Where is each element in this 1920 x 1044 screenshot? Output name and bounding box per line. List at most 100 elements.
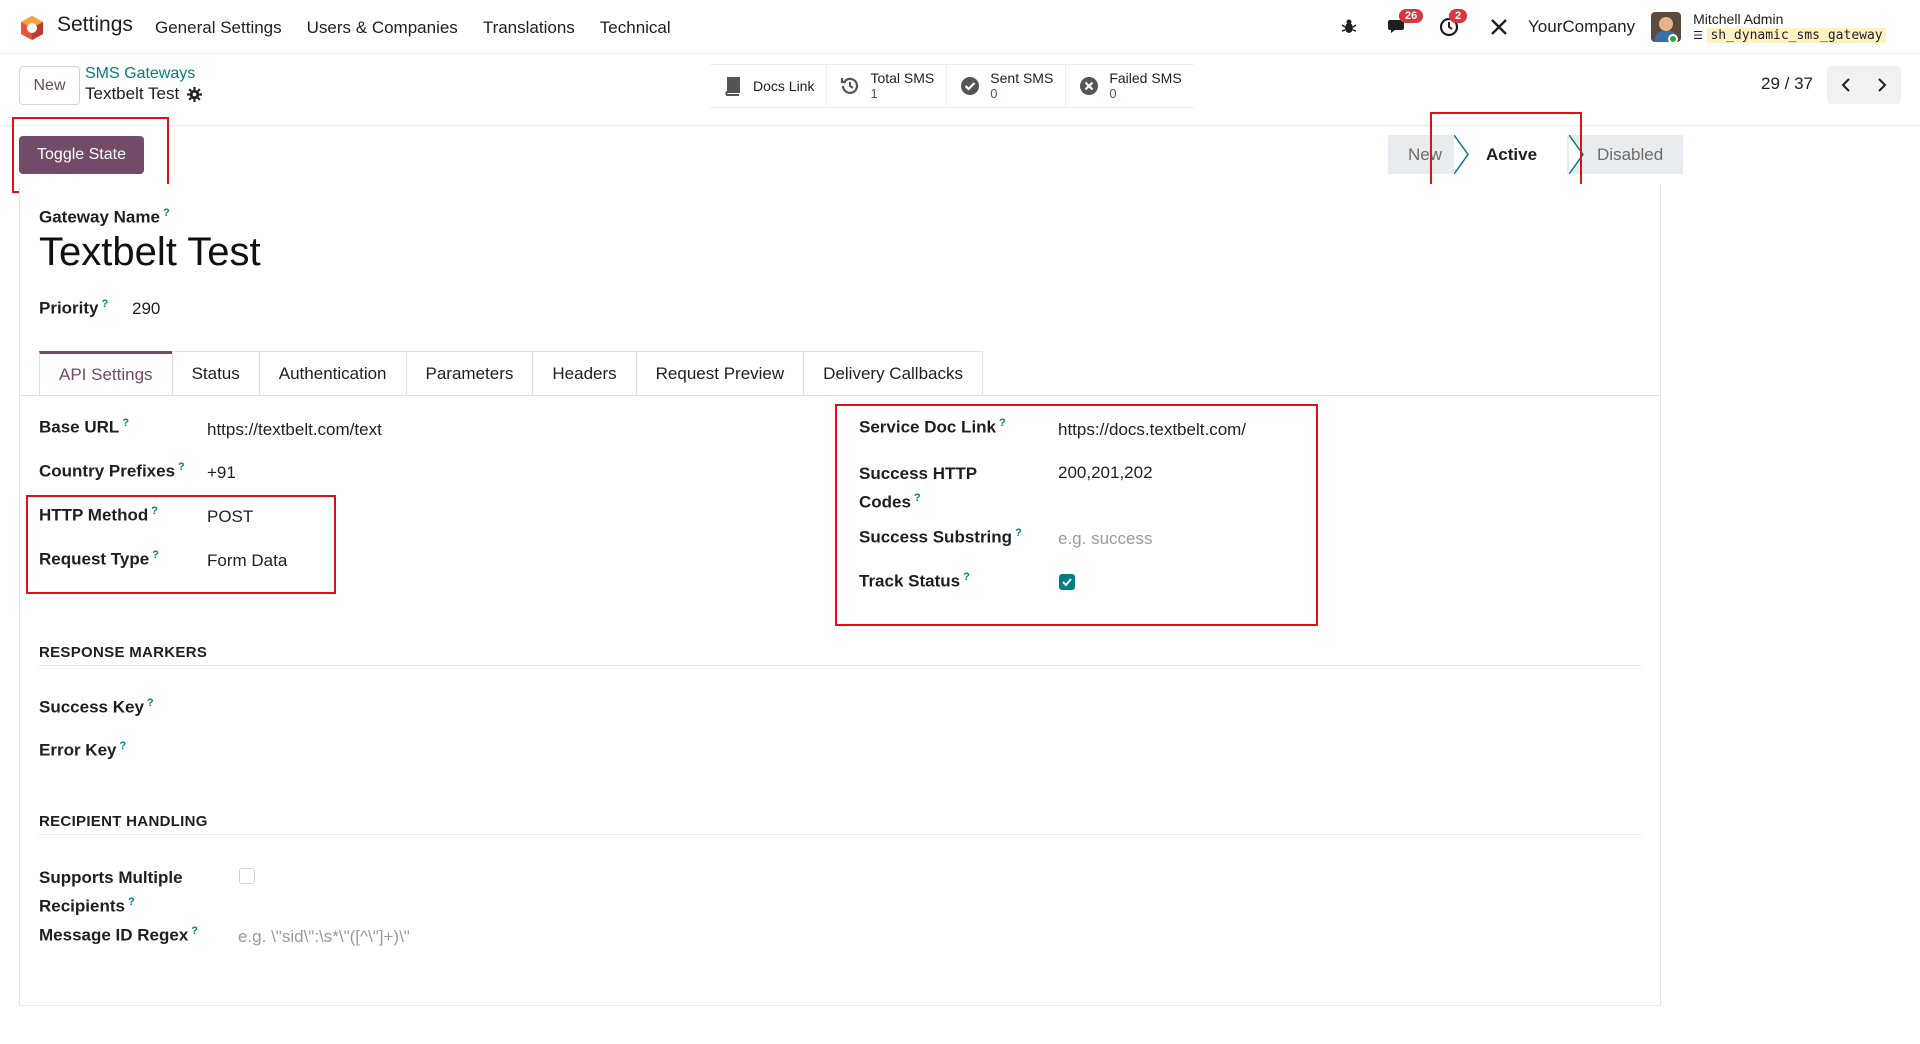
- failed-sms-value: 0: [1109, 86, 1117, 101]
- help-icon[interactable]: ?: [914, 492, 921, 504]
- total-sms-label: Total SMS: [870, 70, 935, 86]
- help-icon[interactable]: ?: [128, 896, 135, 908]
- messages-icon[interactable]: 26: [1384, 9, 1424, 42]
- tab-status[interactable]: Status: [171, 351, 260, 395]
- control-panel: New SMS Gateways Textbelt Test Docs Link…: [0, 54, 1920, 126]
- times-circle-icon: [1080, 77, 1099, 95]
- help-icon[interactable]: ?: [122, 417, 129, 429]
- pager-value[interactable]: 29 / 37: [1761, 74, 1813, 94]
- systray: 26 2 YourCompany Mitchell Admin ☰ sh_dyn…: [1334, 9, 1886, 44]
- menu-translations[interactable]: Translations: [483, 18, 575, 38]
- form-sheet: [19, 184, 1661, 1006]
- breadcrumb-parent[interactable]: SMS Gateways: [85, 64, 202, 84]
- total-sms-value: 1: [870, 86, 878, 101]
- service-doc-link-label: Service Doc Link?: [859, 417, 1006, 437]
- recipient-handling-rule: [39, 834, 1641, 835]
- docs-link-button[interactable]: Docs Link: [710, 65, 828, 107]
- activities-clock-icon[interactable]: 2: [1434, 9, 1468, 42]
- response-markers-title: RESPONSE MARKERS: [39, 644, 208, 661]
- smart-buttons: Docs Link Total SMS 1 Sent SMS 0 Failed SM…: [710, 64, 1194, 108]
- success-substring-label: Success Substring?: [859, 527, 1022, 547]
- country-prefixes-field[interactable]: +91: [207, 463, 236, 483]
- database-icon: ☰: [1693, 29, 1703, 42]
- menu-general-settings[interactable]: General Settings: [155, 18, 282, 38]
- sent-sms-button[interactable]: Sent SMS 0: [947, 65, 1067, 107]
- priority-field[interactable]: 290: [132, 299, 160, 319]
- request-type-field[interactable]: Form Data: [207, 551, 287, 571]
- help-icon[interactable]: ?: [152, 549, 159, 561]
- book-icon: [725, 77, 740, 96]
- docs-link-label: Docs Link: [753, 77, 815, 94]
- main-menu: General Settings Users & Companies Trans…: [155, 18, 671, 38]
- message-id-regex-input[interactable]: e.g. \"sid\":\s*\"([^\"]+)\": [238, 927, 410, 947]
- sent-sms-value: 0: [990, 86, 998, 101]
- base-url-label: Base URL?: [39, 417, 130, 437]
- user-menu[interactable]: Mitchell Admin ☰ sh_dynamic_sms_gateway: [1693, 11, 1886, 44]
- http-method-field[interactable]: POST: [207, 507, 253, 527]
- pager-next-button[interactable]: [1863, 66, 1901, 104]
- user-name: Mitchell Admin: [1693, 10, 1784, 27]
- toggle-state-button[interactable]: Toggle State: [19, 136, 144, 174]
- tab-delivery-callbacks[interactable]: Delivery Callbacks: [803, 351, 983, 395]
- track-status-checkbox[interactable]: [1059, 574, 1075, 590]
- tab-authentication[interactable]: Authentication: [258, 351, 407, 395]
- top-navbar: Settings General Settings Users & Compan…: [0, 0, 1920, 54]
- tab-api-settings[interactable]: API Settings: [39, 351, 173, 395]
- history-icon: [841, 77, 859, 94]
- pager-previous-button[interactable]: [1827, 66, 1865, 104]
- help-icon[interactable]: ?: [191, 925, 198, 937]
- help-icon[interactable]: ?: [1015, 527, 1022, 539]
- stage-new[interactable]: New: [1388, 135, 1454, 174]
- stage-arrow-left-icon: [1454, 135, 1472, 174]
- tools-icon[interactable]: [1484, 12, 1514, 42]
- new-record-button[interactable]: New: [19, 66, 80, 105]
- tab-parameters[interactable]: Parameters: [405, 351, 534, 395]
- supports-multiple-recipients-checkbox[interactable]: [239, 868, 255, 884]
- breadcrumb: SMS Gateways Textbelt Test: [85, 64, 203, 104]
- help-icon[interactable]: ?: [102, 298, 109, 310]
- success-http-codes-field[interactable]: 200,201,202: [1058, 463, 1153, 483]
- sent-sms-label: Sent SMS: [990, 70, 1054, 86]
- service-doc-link-field[interactable]: https://docs.textbelt.com/: [1058, 420, 1246, 440]
- http-method-label: HTTP Method?: [39, 505, 158, 525]
- total-sms-button[interactable]: Total SMS 1: [827, 65, 948, 107]
- help-icon[interactable]: ?: [999, 417, 1006, 429]
- chevron-left-icon: [1841, 78, 1850, 92]
- base-url-field[interactable]: https://textbelt.com/text: [207, 420, 382, 440]
- help-icon[interactable]: ?: [151, 505, 158, 517]
- breadcrumb-current: Textbelt Test: [85, 84, 180, 103]
- activities-badge: 2: [1449, 9, 1468, 23]
- error-key-label: Error Key?: [39, 740, 127, 760]
- request-type-label: Request Type?: [39, 549, 159, 569]
- help-icon[interactable]: ?: [163, 207, 170, 219]
- app-name[interactable]: Settings: [57, 13, 133, 37]
- recipient-handling-title: RECIPIENT HANDLING: [39, 813, 208, 830]
- tab-divider: [19, 395, 1661, 396]
- response-markers-rule: [39, 665, 1641, 666]
- help-icon[interactable]: ?: [147, 697, 154, 709]
- menu-technical[interactable]: Technical: [600, 18, 671, 38]
- tab-headers[interactable]: Headers: [532, 351, 637, 395]
- priority-label: Priority?: [39, 298, 109, 318]
- success-http-codes-label: Success HTTP Codes?: [859, 464, 978, 512]
- company-switcher[interactable]: YourCompany: [1528, 17, 1635, 37]
- help-icon[interactable]: ?: [963, 571, 970, 583]
- failed-sms-button[interactable]: Failed SMS 0: [1066, 65, 1193, 107]
- notebook-tabs: API Settings Status Authentication Param…: [39, 351, 983, 395]
- menu-users-companies[interactable]: Users & Companies: [307, 18, 458, 38]
- failed-sms-label: Failed SMS: [1109, 70, 1182, 86]
- help-icon[interactable]: ?: [178, 461, 185, 473]
- gear-icon[interactable]: [187, 86, 203, 102]
- help-icon[interactable]: ?: [119, 740, 126, 752]
- messages-badge: 26: [1399, 9, 1424, 23]
- user-online-status-icon: [1668, 34, 1678, 44]
- tab-request-preview[interactable]: Request Preview: [635, 351, 805, 395]
- odoo-logo-icon[interactable]: [19, 15, 45, 41]
- gateway-name-label: Gateway Name?: [39, 207, 170, 227]
- success-substring-input[interactable]: e.g. success: [1058, 529, 1153, 549]
- success-key-label: Success Key?: [39, 697, 154, 717]
- chevron-right-icon: [1878, 78, 1887, 92]
- debug-icon[interactable]: [1334, 12, 1364, 42]
- track-status-label: Track Status?: [859, 571, 970, 591]
- gateway-name-field[interactable]: Textbelt Test: [39, 230, 261, 275]
